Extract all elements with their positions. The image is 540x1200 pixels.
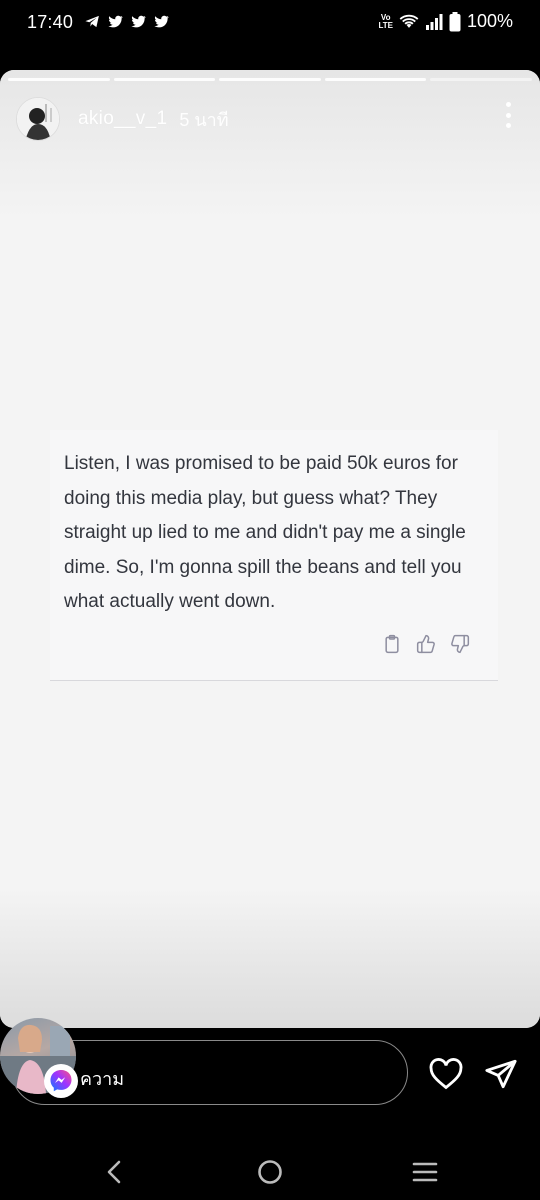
wifi-icon bbox=[399, 14, 419, 28]
story-viewer[interactable]: akio__v_1 5 นาที Listen, I was promised … bbox=[0, 70, 540, 1028]
progress-segment bbox=[219, 78, 321, 81]
twitter-icon bbox=[131, 15, 147, 28]
reply-bar: ความ bbox=[0, 1018, 540, 1128]
more-options-button[interactable] bbox=[500, 102, 516, 128]
status-bar: 17:40 Vo LTE 100% bbox=[0, 0, 540, 44]
story-top-gradient bbox=[0, 70, 540, 220]
thumbs-down-icon bbox=[451, 634, 470, 654]
progress-segment bbox=[324, 78, 427, 81]
story-bottom-gradient bbox=[0, 888, 540, 1028]
volte-bottom: LTE bbox=[378, 20, 393, 30]
time-ago: 5 นาที bbox=[179, 109, 229, 130]
dot-icon bbox=[505, 102, 511, 107]
heart-icon[interactable] bbox=[429, 1058, 463, 1090]
battery-percent: 100% bbox=[466, 11, 513, 31]
story-progress bbox=[8, 78, 532, 81]
back-icon[interactable] bbox=[104, 1159, 124, 1185]
recents-icon[interactable] bbox=[412, 1161, 438, 1183]
progress-segment bbox=[8, 78, 110, 81]
battery-icon bbox=[449, 11, 461, 31]
volte-indicator: Vo LTE bbox=[378, 13, 393, 30]
notification-icons bbox=[84, 13, 170, 30]
twitter-icon bbox=[154, 15, 170, 28]
message-text: Listen, I was promised to be paid 50k eu… bbox=[64, 453, 466, 612]
status-right: Vo LTE 100% bbox=[378, 11, 513, 32]
story-header: akio__v_1 5 นาที bbox=[16, 97, 229, 141]
chat-message-block: Listen, I was promised to be paid 50k eu… bbox=[50, 430, 498, 681]
username[interactable]: akio__v_1 bbox=[78, 108, 167, 130]
dot-icon bbox=[505, 123, 511, 128]
reply-placeholder: ความ bbox=[80, 1069, 125, 1089]
send-icon[interactable] bbox=[484, 1057, 518, 1091]
telegram-icon bbox=[85, 15, 99, 28]
dot-icon bbox=[505, 112, 511, 118]
avatar[interactable] bbox=[16, 97, 60, 141]
status-time: 17:40 bbox=[27, 12, 74, 32]
home-icon[interactable] bbox=[257, 1159, 283, 1185]
progress-segment bbox=[113, 78, 216, 81]
thumbs-up-icon bbox=[416, 634, 435, 654]
clipboard-icon bbox=[385, 634, 399, 654]
twitter-icon bbox=[108, 15, 124, 28]
progress-segment bbox=[430, 78, 532, 81]
messenger-icon bbox=[44, 1064, 78, 1098]
system-nav-bar bbox=[0, 1128, 540, 1200]
signal-icon bbox=[425, 13, 443, 30]
message-actions bbox=[382, 634, 470, 654]
